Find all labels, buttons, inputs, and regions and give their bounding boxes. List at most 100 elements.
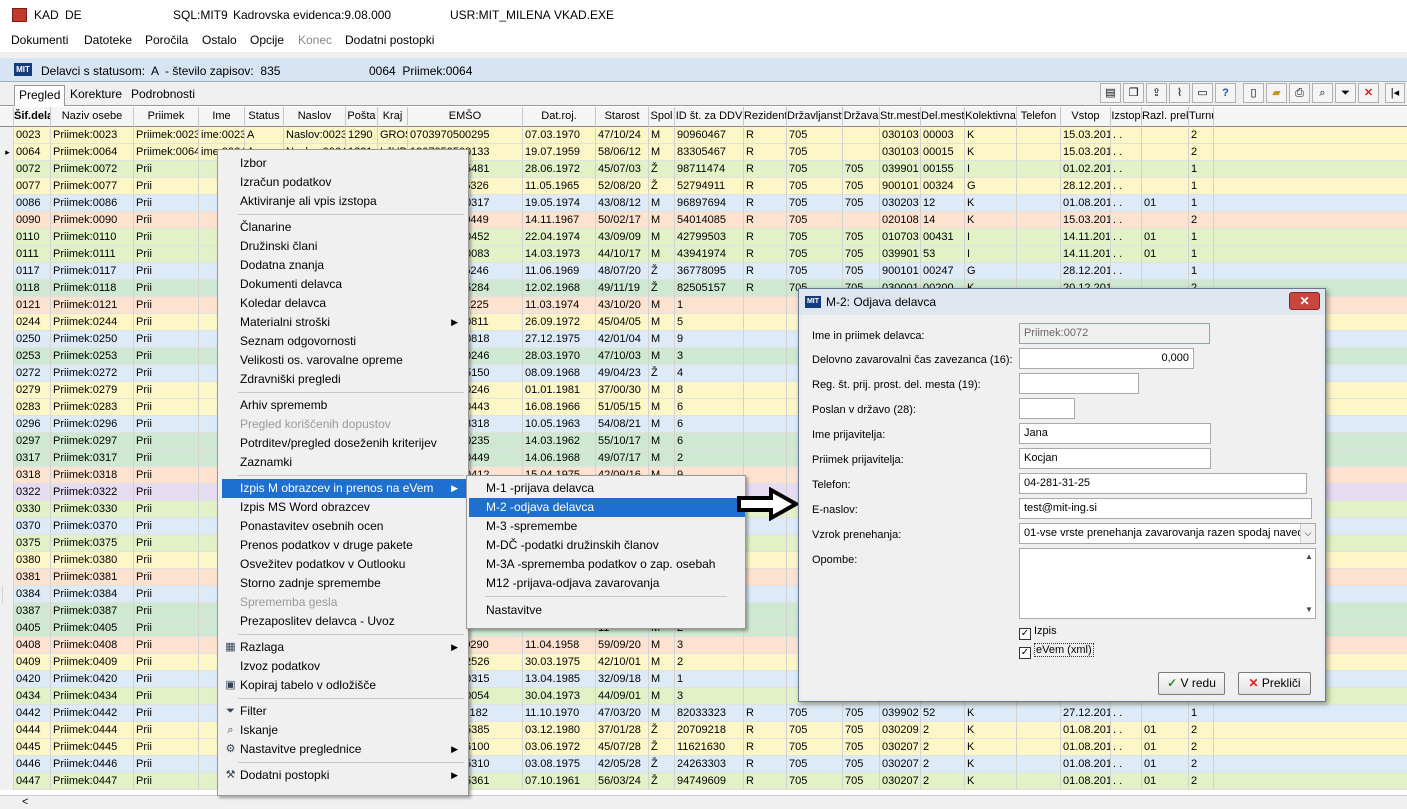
context-menu-item[interactable]: Izračun podatkov — [222, 173, 466, 192]
table-cell[interactable]: Prii — [134, 365, 199, 382]
table-cell[interactable]: 01.08.2016 — [1061, 739, 1111, 756]
table-cell[interactable]: 56/03/24 — [596, 773, 649, 790]
context-menu-item[interactable]: Arhiv sprememb — [222, 396, 466, 415]
table-cell[interactable] — [1142, 178, 1189, 195]
table-cell[interactable]: Ž — [649, 161, 675, 178]
table-cell[interactable]: . . — [1111, 705, 1142, 722]
table-cell[interactable]: 0405 — [14, 620, 51, 637]
table-cell[interactable]: 0380 — [14, 552, 51, 569]
context-menu-item[interactable]: Ponastavitev osebnih ocen — [222, 517, 466, 536]
table-cell[interactable]: 11.05.1965 — [523, 178, 596, 195]
row-selector[interactable] — [0, 552, 14, 569]
table-cell[interactable]: 24263303 — [675, 756, 744, 773]
table-cell[interactable]: Ž — [649, 773, 675, 790]
table-cell[interactable]: G — [965, 263, 1017, 280]
column-header[interactable]: Rezident — [744, 107, 787, 127]
table-row[interactable]: 0111Priimek:0111PriiRLJANA14039735000831… — [0, 246, 1407, 263]
table-cell[interactable]: Priimek:0023 — [134, 127, 199, 144]
table-cell[interactable]: 2 — [921, 756, 965, 773]
submenu-item[interactable]: M-2 -odjava delavca — [469, 498, 745, 517]
table-cell[interactable]: M — [649, 637, 675, 654]
table-cell[interactable]: K — [965, 739, 1017, 756]
table-cell[interactable]: 0408 — [14, 637, 51, 654]
table-cell[interactable] — [744, 331, 787, 348]
table-cell[interactable] — [1017, 739, 1061, 756]
table-cell[interactable]: 32/09/18 — [596, 671, 649, 688]
context-menu-item[interactable]: Prenos podatkov v druge pakete — [222, 536, 466, 555]
table-cell[interactable]: 12.02.1968 — [523, 280, 596, 297]
row-selector[interactable] — [0, 518, 14, 535]
table-cell[interactable]: Priimek:0064 — [134, 144, 199, 161]
table-cell[interactable] — [744, 433, 787, 450]
table-cell[interactable]: 14.03.1962 — [523, 433, 596, 450]
table-cell[interactable]: 0330 — [14, 501, 51, 518]
table-cell[interactable]: K — [965, 212, 1017, 229]
row-selector[interactable] — [0, 722, 14, 739]
table-cell[interactable]: 01.02.2017 — [1061, 161, 1111, 178]
table-cell[interactable]: Prii — [134, 722, 199, 739]
table-cell[interactable]: 00003 — [921, 127, 965, 144]
table-cell[interactable]: . . — [1111, 212, 1142, 229]
table-cell[interactable]: Prii — [134, 178, 199, 195]
table-cell[interactable]: 030209 — [880, 722, 921, 739]
table-cell[interactable]: Prii — [134, 348, 199, 365]
table-cell[interactable]: 45/07/03 — [596, 161, 649, 178]
table-cell[interactable]: R — [744, 178, 787, 195]
row-selector[interactable] — [0, 756, 14, 773]
table-cell[interactable] — [0, 586, 3, 603]
table-cell[interactable]: 28.03.1970 — [523, 348, 596, 365]
table-cell[interactable] — [744, 637, 787, 654]
table-cell[interactable]: I — [965, 229, 1017, 246]
table-cell[interactable]: 2 — [1189, 773, 1214, 790]
table-cell[interactable]: 0318 — [14, 467, 51, 484]
table-cell[interactable] — [1017, 263, 1061, 280]
table-cell[interactable]: Priimek:0405 — [51, 620, 134, 637]
table-cell[interactable]: 30.04.1973 — [523, 688, 596, 705]
table-cell[interactable]: 82505157 — [675, 280, 744, 297]
table-cell[interactable]: 0117 — [14, 263, 51, 280]
column-header[interactable]: Pošta — [346, 107, 378, 127]
table-cell[interactable]: 2 — [1189, 739, 1214, 756]
table-cell[interactable]: 4 — [675, 365, 744, 382]
table-cell[interactable]: 45/04/05 — [596, 314, 649, 331]
table-cell[interactable]: 0297 — [14, 433, 51, 450]
table-cell[interactable]: M — [649, 229, 675, 246]
table-cell[interactable]: Priimek:0318 — [51, 467, 134, 484]
table-cell[interactable]: Priimek:0121 — [51, 297, 134, 314]
table-cell[interactable]: 2 — [1189, 127, 1214, 144]
table-cell[interactable]: 43/08/12 — [596, 195, 649, 212]
table-cell[interactable]: 52/08/20 — [596, 178, 649, 195]
row-selector[interactable] — [0, 705, 14, 722]
table-cell[interactable]: 2 — [675, 654, 744, 671]
row-selector[interactable] — [0, 739, 14, 756]
column-header[interactable]: Ime — [199, 107, 245, 127]
table-cell[interactable]: 43941974 — [675, 246, 744, 263]
table-cell[interactable]: 1 — [675, 671, 744, 688]
column-header[interactable]: Naslov — [284, 107, 346, 127]
table-row[interactable]: 0446Priimek:0446PriiTA TROJICA0308975505… — [0, 756, 1407, 773]
table-cell[interactable] — [1142, 212, 1189, 229]
table-cell[interactable]: 1290 — [346, 127, 378, 144]
table-cell[interactable]: 705 — [787, 705, 843, 722]
table-cell[interactable]: 14.11.2016 — [1061, 229, 1111, 246]
table-row[interactable]: 0077Priimek:0077PriiRLJANA11059655053261… — [0, 178, 1407, 195]
table-cell[interactable]: Prii — [134, 246, 199, 263]
table-cell[interactable]: Priimek:0023 — [51, 127, 134, 144]
table-cell[interactable]: Priimek:0387 — [51, 603, 134, 620]
cancel-button[interactable]: ✕ Prekliči — [1238, 672, 1311, 695]
table-cell[interactable]: Priimek:0072 — [51, 161, 134, 178]
table-cell[interactable] — [744, 586, 787, 603]
table-cell[interactable]: 0121 — [14, 297, 51, 314]
column-header[interactable]: Priimek — [134, 107, 199, 127]
table-cell[interactable] — [1017, 178, 1061, 195]
table-cell[interactable]: Prii — [134, 229, 199, 246]
table-cell[interactable]: Priimek:0322 — [51, 484, 134, 501]
row-selector[interactable] — [0, 161, 14, 178]
table-cell[interactable]: 705 — [787, 178, 843, 195]
table-cell[interactable]: R — [744, 756, 787, 773]
scroll-down-icon[interactable]: ▼ — [1305, 605, 1313, 614]
context-menu-item[interactable]: ▣ Kopiraj tabelo v odložišče — [222, 676, 466, 695]
table-row[interactable]: ▸0064Priimek:0064Priimek:0064ime:0064ANa… — [0, 144, 1407, 161]
open-icon[interactable]: ▰ — [1266, 83, 1287, 103]
table-cell[interactable]: 0064 — [14, 144, 51, 161]
